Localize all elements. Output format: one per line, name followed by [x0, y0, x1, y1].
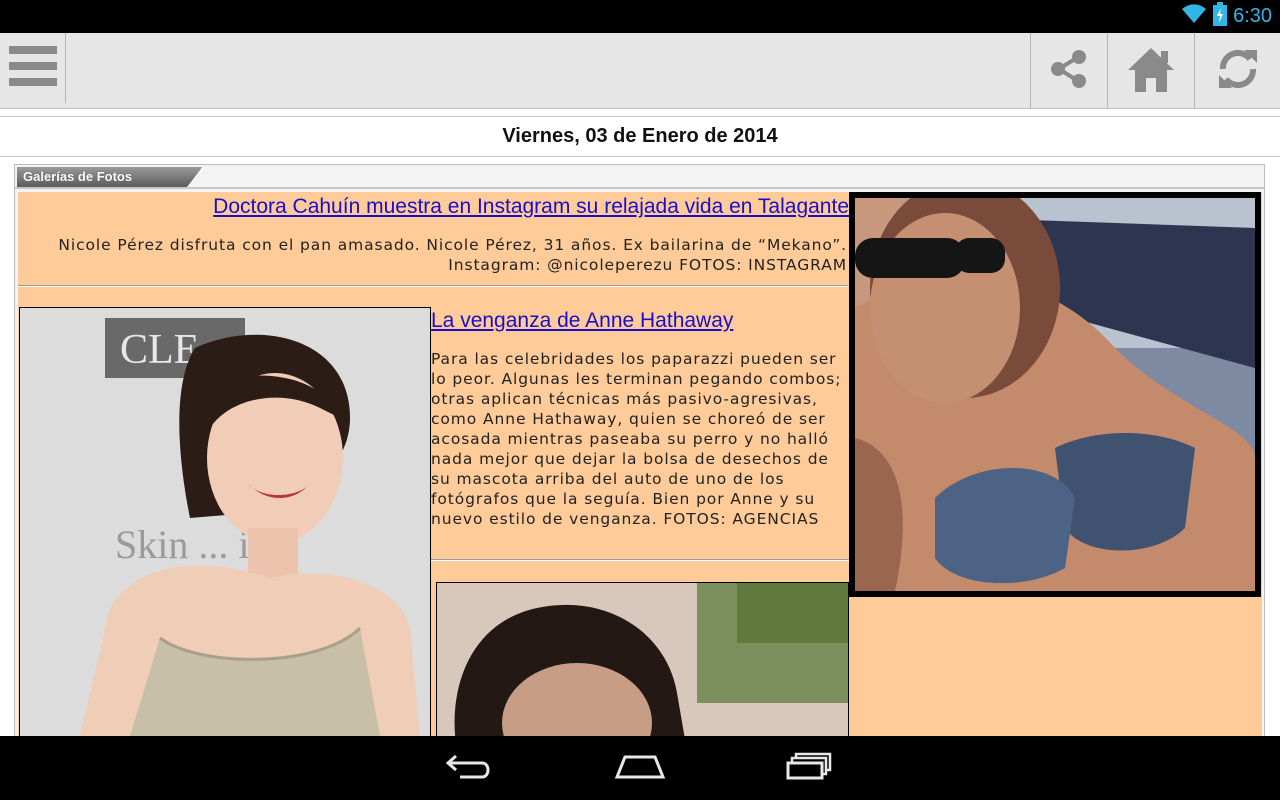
article-description: Para las celebridades los paparazzi pued…: [431, 350, 842, 528]
photo-inner: [855, 198, 1255, 591]
share-icon: [1048, 48, 1090, 95]
photo-illustration: [855, 198, 1255, 591]
article-divider: [18, 285, 848, 287]
article-photo[interactable]: [436, 582, 849, 752]
photo-illustration: [437, 583, 848, 751]
status-bar-right: 6:30: [1181, 2, 1272, 31]
home-icon: [1126, 46, 1176, 97]
back-icon: [445, 752, 494, 785]
app-toolbar: [0, 33, 1280, 109]
home-button[interactable]: [1107, 33, 1194, 109]
article-divider: [431, 559, 849, 561]
wifi-icon: [1181, 3, 1207, 30]
photo-illustration: CLE Skin ... irl: [20, 308, 430, 736]
recent-apps-icon: [786, 752, 834, 785]
gallery-tab-label: Galerías de Fotos: [23, 169, 133, 184]
article-title-link[interactable]: Doctora Cahuín muestra en Instagram su r…: [213, 195, 849, 219]
share-button[interactable]: [1030, 33, 1107, 109]
refresh-button[interactable]: [1194, 33, 1280, 109]
date-bar: Viernes, 03 de Enero de 2014: [0, 116, 1280, 157]
article-title-link[interactable]: La venganza de Anne Hathaway: [431, 309, 733, 333]
system-nav-bar: [0, 736, 1280, 800]
menu-icon: [8, 45, 57, 91]
article-description: Nicole Pérez disfruta con el pan amasado…: [58, 236, 847, 274]
battery-charging-icon: [1213, 2, 1228, 31]
back-button[interactable]: [440, 748, 500, 788]
gallery-divider: [15, 187, 1264, 189]
home-nav-icon: [614, 753, 666, 784]
recent-apps-button[interactable]: [780, 748, 840, 788]
refresh-icon: [1215, 46, 1261, 97]
home-nav-button[interactable]: [610, 748, 670, 788]
date-label: Viernes, 03 de Enero de 2014: [502, 125, 778, 147]
article-photo[interactable]: [849, 192, 1261, 597]
menu-button[interactable]: [0, 33, 66, 103]
photo-gallery: Galerías de Fotos Doctora Cahuín muestra…: [14, 164, 1265, 752]
status-bar: 6:30: [0, 0, 1280, 33]
article-photo[interactable]: CLE Skin ... irl: [19, 307, 431, 737]
gallery-content: Doctora Cahuín muestra en Instagram su r…: [18, 192, 1262, 752]
status-time: 6:30: [1233, 5, 1272, 27]
